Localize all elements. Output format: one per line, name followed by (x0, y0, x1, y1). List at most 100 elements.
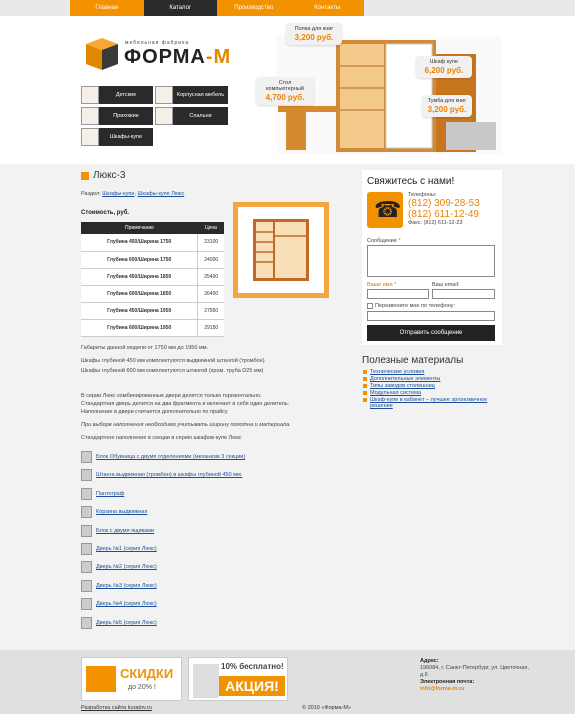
list-item: Дверь №4 (серия Люкс) (81, 598, 157, 610)
desc-note: При выборе наполнения необходимо учитыва… (81, 422, 291, 428)
nav-production[interactable]: Производство (217, 0, 291, 16)
logo-text[interactable]: ФОРМА-М (124, 46, 231, 69)
pantograph-icon (81, 488, 92, 500)
phone-icon (367, 192, 403, 228)
breadcrumb-link-wardrobes[interactable]: Шкафы-купе (102, 191, 134, 197)
copyright: © 2010 «Форма-М» (302, 705, 352, 711)
email-input[interactable] (432, 289, 495, 299)
fill-link[interactable]: Блок Обувница с двумя отделениями (механ… (96, 454, 245, 460)
cat-hallway[interactable]: Прихожие (81, 107, 153, 125)
fill-link[interactable]: Дверь №2 (серия Люкс) (96, 564, 157, 570)
table-cell-price: 29150 (197, 319, 224, 337)
table-cell-price: 24000 (197, 251, 224, 269)
cat-kids[interactable]: Детские (81, 86, 153, 104)
name-input[interactable] (367, 289, 429, 299)
list-item: Блок с двумя ящиками (81, 525, 154, 537)
footer-email[interactable]: info@forma-m.ru (420, 686, 464, 692)
door-icon (81, 617, 92, 629)
address-text: 196084, г. Санкт-Петербург, ул. Цветочна… (420, 665, 529, 678)
related-link[interactable]: Дополнительные элементы (370, 376, 440, 382)
breadcrumb-link-lux[interactable]: Шкафы-купе Люкс (138, 191, 185, 197)
related-link[interactable]: Шкаф-купе в кабинет – лучшее эргономично… (370, 397, 487, 409)
related-link[interactable]: Типы заводов столешниц (370, 383, 435, 389)
cat-hallway-label: Прихожие (113, 113, 139, 119)
wardrobe-thumb-icon (81, 128, 99, 146)
cat-cabinet[interactable]: Корпусная мебель (155, 86, 228, 104)
fill-link[interactable]: Штанга выдвижная (тромбон) в шкафы глуби… (96, 472, 242, 478)
phone-2[interactable]: (812) 611-12-49 (408, 209, 480, 220)
developer-link[interactable]: Разработка сайта kuratov.ru (81, 705, 152, 711)
fill-link[interactable]: Дверь №4 (серия Люкс) (96, 601, 157, 607)
page-title: Люкс-3 (81, 170, 125, 181)
fill-link[interactable]: Дверь №3 (серия Люкс) (96, 583, 157, 589)
contact-title: Свяжитесь с нами! (367, 176, 455, 187)
discount-banner-title: СКИДКИ (120, 666, 174, 681)
desc-size: Габариты данной модели от 1750 мм до 195… (81, 345, 209, 351)
desc-600: Шкафы глубиной 600 мм комплектуются штан… (81, 368, 264, 374)
nav-home[interactable]: Главная (70, 0, 144, 16)
phone-1[interactable]: (812) 309-28-53 (408, 198, 480, 209)
nav-catalog[interactable]: Каталог (143, 0, 217, 16)
fill-link[interactable]: Дверь №1 (серия Люкс) (96, 546, 157, 552)
list-item: Дверь №5 (серия Люкс) (81, 617, 157, 629)
fill-link[interactable]: Дверь №5 (серия Люкс) (96, 620, 157, 626)
message-input[interactable] (367, 245, 495, 277)
table-cell-note: Глубина 450/Ширина 1950 (81, 302, 199, 320)
promo-banner[interactable]: 10% бесплатно! АКЦИЯ! (188, 657, 288, 701)
promo-banner-sub: АКЦИЯ! (219, 676, 285, 696)
sofa-icon (86, 666, 116, 692)
cat-wardrobe[interactable]: Шкафы-купе (81, 128, 153, 146)
list-item: Блок Обувница с двумя отделениями (механ… (81, 451, 245, 463)
list-item: Технические условия (363, 369, 500, 375)
required-mark: * (398, 238, 401, 244)
door-icon (81, 598, 92, 610)
cat-bedroom-label: Спальни (189, 113, 212, 119)
desc-fill-heading: Стандартное наполнение в секции в серию … (81, 435, 242, 441)
list-item: Дверь №3 (серия Люкс) (81, 580, 157, 592)
callback-checkbox[interactable] (367, 303, 373, 309)
promo-shelf-title: Полка для книг (294, 26, 334, 32)
fill-link[interactable]: Корзина выдвижная (96, 509, 147, 515)
desc-450: Шкафы глубиной 450 мм комплектуются выдв… (81, 358, 265, 364)
promo-bubble-bookstand[interactable]: Тумба для книг 3,200 руб. (422, 95, 472, 117)
list-item: Модульная система (363, 390, 500, 396)
related-link[interactable]: Технические условия (370, 369, 424, 375)
promo-bubble-desk[interactable]: Стол компьютерный 4,700 руб. (256, 77, 314, 105)
cat-bedroom[interactable]: Спальни (155, 107, 228, 125)
breadcrumb-label: Раздел: (81, 191, 101, 197)
drawer-block-icon (81, 525, 92, 537)
message-label-text: Сообщение (367, 238, 397, 244)
promo-bubble-shelf[interactable]: Полка для книг 3,200 руб. (286, 23, 342, 45)
nav-contacts[interactable]: Контакты (290, 0, 364, 16)
submit-button[interactable]: Отправить сообщение (367, 325, 495, 341)
discount-banner[interactable]: СКИДКИ до 20% ! (81, 657, 182, 701)
fill-link[interactable]: Блок с двумя ящиками (96, 528, 154, 534)
promo-desk-price: 4,700 руб. (265, 93, 305, 102)
cat-wardrobe-label: Шкафы-купе (109, 134, 143, 140)
list-item: Корзина выдвижная (81, 506, 147, 518)
table-cell-note: Глубина 450/Ширина 1850 (81, 268, 199, 286)
list-item: Шкаф-купе в кабинет – лучшее эргономично… (363, 397, 500, 409)
table-row: Глубина 450/Ширина 1950 27950 (81, 302, 224, 320)
breadcrumb: Раздел: Шкафы-купе, Шкафы-купе Люкс (81, 191, 185, 197)
list-item: Типы заводов столешниц (363, 383, 500, 389)
promo-bubble-wardrobe[interactable]: Шкаф купе 6,200 руб. (416, 56, 472, 78)
wardrobe-drawing-icon (253, 219, 309, 281)
page-title-text: Люкс-3 (93, 170, 126, 181)
logo-cube-icon (86, 38, 118, 70)
cat-cabinet-label: Корпусная мебель (176, 92, 225, 98)
table-row: Глубина 450/Ширина 1750 23100 (81, 234, 224, 252)
phone-input[interactable] (367, 311, 495, 321)
product-image[interactable] (233, 202, 329, 298)
name-label: Ваше имя * (367, 282, 397, 288)
table-row: Глубина 600/Ширина 1950 29150 (81, 319, 224, 337)
table-row: Глубина 600/Ширина 1750 24000 (81, 251, 224, 269)
lamp-icon (193, 664, 219, 698)
fill-link[interactable]: Пантограф (96, 491, 124, 497)
logo-text-a: ФОРМА (124, 46, 206, 68)
related-link[interactable]: Модульная система (370, 390, 421, 396)
desc-doors-1: В серии Люкс комбинированные двери делят… (81, 393, 262, 399)
promo-wardrobe-title: Шкаф купе (430, 59, 458, 65)
promo-desk-title: Стол компьютерный (266, 80, 304, 92)
list-item: Дверь №2 (серия Люкс) (81, 561, 157, 573)
